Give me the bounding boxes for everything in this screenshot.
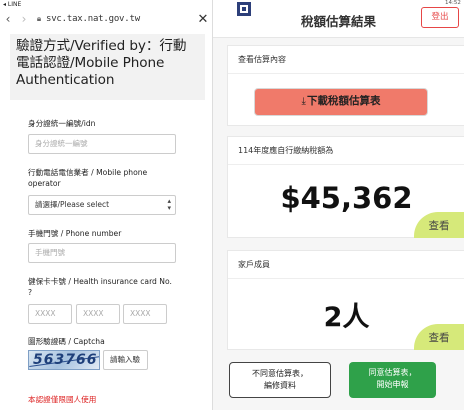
agree-file-button[interactable]: 同意估算表， 開始申報 — [349, 362, 436, 398]
disagree-line2: 編修資料 — [264, 381, 296, 390]
card-header: 家戶成員 — [228, 251, 464, 279]
card-header: 查看估算內容 — [228, 46, 464, 74]
card-input-3[interactable]: XXXX — [123, 304, 167, 324]
emblem-icon — [231, 0, 257, 20]
url-text[interactable]: svc.tax.nat.gov.tw — [46, 14, 194, 24]
app-header: 14:52 稅額估算結果 登出 — [213, 0, 464, 38]
page-title: 驗證方式/Verified by：行動電話認證/Mobile Phone Aut… — [16, 38, 187, 88]
tax-due-card: 114年度應自行繳納稅額為 $45,362 查看 — [227, 136, 464, 238]
status-bar: ◂ LINE — [3, 1, 22, 8]
captcha-input[interactable]: 請輸入驗 — [103, 350, 148, 370]
url-bar: ‹ › 🔒︎ svc.tax.nat.gov.tw ✕ — [0, 9, 212, 29]
citizens-only-note: 本認證僅限國人使用 — [28, 395, 97, 404]
download-label: 下載稅額估算表 — [306, 95, 381, 107]
card-input-1[interactable]: XXXX — [28, 304, 72, 324]
captcha-image: 563766 — [28, 350, 100, 370]
select-arrows-icon: ▴ ▾ — [167, 197, 171, 212]
page-title: 稅額估算結果 — [301, 14, 377, 29]
agree-line2: 開始申報 — [376, 380, 409, 389]
view-estimate-card: 查看估算內容 ⤓下載稅額估算表 — [227, 45, 464, 126]
carrier-select[interactable]: 請選擇/Please select ▴ ▾ — [28, 195, 176, 215]
clock: 14:52 — [445, 0, 461, 6]
carrier-select-value: 請選擇/Please select — [35, 200, 110, 209]
carrier-label: 行動電話電信業者 / Mobile phone operator — [28, 168, 148, 188]
id-input[interactable]: 身分證統一編號 — [28, 134, 176, 154]
card-input-2[interactable]: XXXX — [76, 304, 120, 324]
browser-panel: ◂ LINE ‹ › 🔒︎ svc.tax.nat.gov.tw ✕ 驗證方式/… — [0, 0, 212, 410]
phone-input[interactable]: 手機門號 — [28, 243, 176, 263]
tax-amount: $45,362 — [280, 181, 413, 215]
captcha-text: 563766 — [33, 352, 98, 368]
close-icon[interactable]: ✕ — [194, 12, 212, 27]
verification-heading: 驗證方式/Verified by：行動電話認證/Mobile Phone Aut… — [10, 34, 205, 100]
forward-icon[interactable]: › — [16, 12, 32, 26]
phone-label: 手機門號 / Phone number — [28, 229, 122, 238]
captcha-label: 圖形驗證碼 / Captcha — [28, 337, 105, 346]
lock-icon: 🔒︎ — [36, 14, 42, 23]
tax-result-panel: 14:52 稅額估算結果 登出 查看估算內容 ⤓下載稅額估算表 114年度應自行… — [213, 0, 464, 410]
agree-line1: 同意估算表， — [368, 368, 417, 377]
download-estimate-button[interactable]: ⤓下載稅額估算表 — [254, 88, 428, 116]
logout-button[interactable]: 登出 — [421, 7, 459, 28]
card-header: 114年度應自行繳納稅額為 — [228, 137, 464, 165]
disagree-edit-button[interactable]: 不同意估算表， 編修資料 — [229, 362, 331, 398]
download-icon: ⤓ — [301, 96, 306, 107]
id-label: 身分證統一編號/idn — [28, 119, 96, 128]
card-label: 健保卡卡號 / Health insurance card No. ? — [28, 277, 172, 297]
back-icon[interactable]: ‹ — [0, 12, 16, 26]
view-tax-button[interactable]: 查看 — [414, 212, 464, 238]
disagree-line1: 不同意估算表， — [252, 369, 308, 378]
household-card: 家戶成員 2人 查看 — [227, 250, 464, 350]
